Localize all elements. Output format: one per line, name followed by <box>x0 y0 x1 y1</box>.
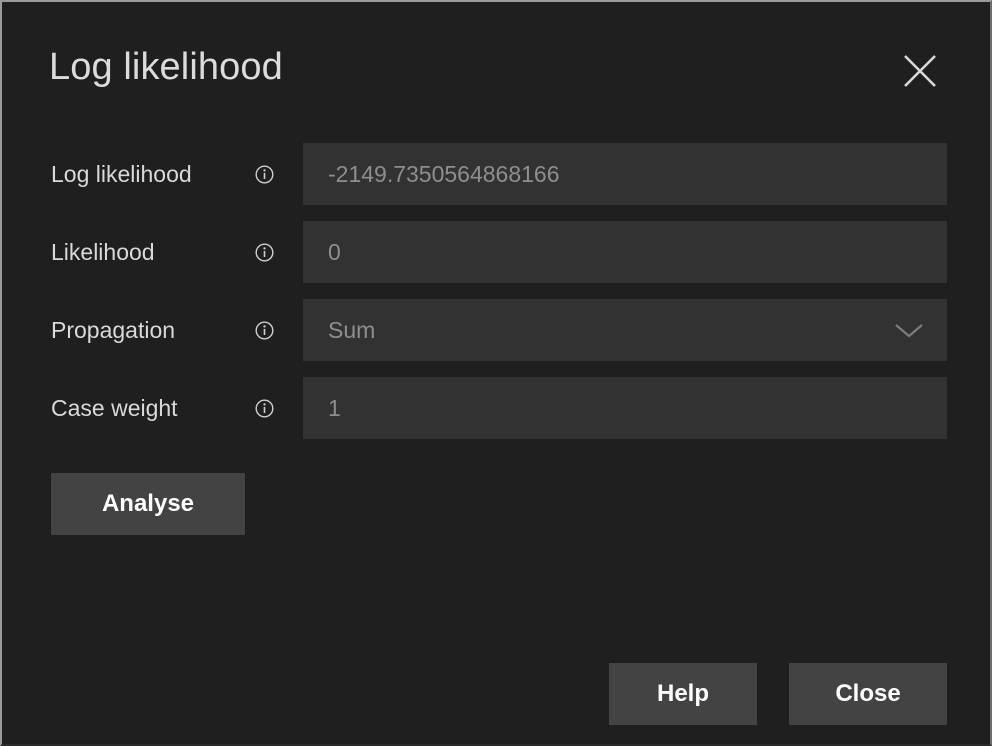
input-case-weight[interactable]: 1 <box>303 377 947 439</box>
select-propagation[interactable]: Sum <box>303 299 947 361</box>
input-log-likelihood[interactable]: -2149.7350564868166 <box>303 143 947 205</box>
page-title: Log likelihood <box>49 46 283 89</box>
close-x-icon[interactable] <box>899 50 941 92</box>
label-propagation: Propagation <box>51 299 175 361</box>
chevron-down-icon[interactable] <box>893 322 925 339</box>
info-icon[interactable] <box>255 243 274 262</box>
input-log-likelihood-value: -2149.7350564868166 <box>328 143 897 205</box>
dialog-titlebar: Log likelihood <box>2 2 990 112</box>
label-case-weight: Case weight <box>51 377 178 439</box>
field-row-likelihood: Likelihood 0 <box>2 221 990 283</box>
field-row-case-weight: Case weight 1 <box>2 377 990 439</box>
info-icon[interactable] <box>255 321 274 340</box>
analyse-button[interactable]: Analyse <box>51 473 245 535</box>
select-propagation-value: Sum <box>328 299 897 361</box>
info-icon[interactable] <box>255 399 274 418</box>
field-row-propagation: Propagation Sum <box>2 299 990 361</box>
input-likelihood-value: 0 <box>328 221 897 283</box>
info-icon[interactable] <box>255 165 274 184</box>
log-likelihood-dialog: Log likelihood Log likelihood -2149.7350… <box>0 0 992 746</box>
label-likelihood: Likelihood <box>51 221 155 283</box>
field-row-log-likelihood: Log likelihood -2149.7350564868166 <box>2 143 990 205</box>
input-case-weight-value: 1 <box>328 377 897 439</box>
label-log-likelihood: Log likelihood <box>51 143 192 205</box>
help-button[interactable]: Help <box>609 663 757 725</box>
input-likelihood[interactable]: 0 <box>303 221 947 283</box>
close-button[interactable]: Close <box>789 663 947 725</box>
